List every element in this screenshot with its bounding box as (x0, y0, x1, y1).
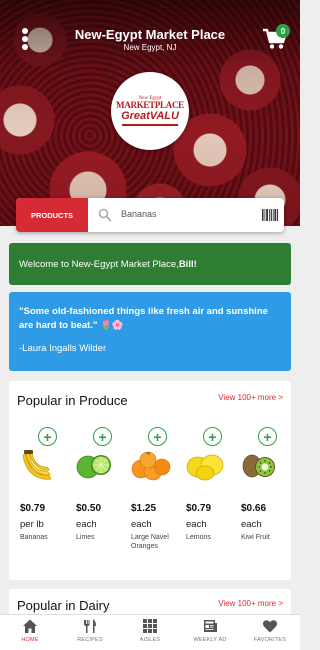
product-unit: each (241, 519, 262, 530)
orange-icon (131, 451, 171, 481)
product-price: $0.50 (76, 503, 102, 514)
search-bar[interactable]: PRODUCTS Bananas (16, 198, 284, 232)
store-logo: New Egypt MARKETPLACE GreatVALU (111, 72, 189, 150)
product-name: Limes (76, 534, 95, 541)
nav-label: WEEKLY AD (193, 637, 227, 643)
product-unit: each (76, 519, 97, 530)
welcome-suffix: ! (193, 258, 197, 270)
nav-label: HOME (21, 637, 39, 643)
quote-text: "Some old-fashioned things like fresh ai… (19, 306, 268, 331)
section-title: Popular in Produce (17, 393, 128, 408)
add-to-cart-button[interactable]: + (258, 427, 277, 446)
kiwi-icon (242, 454, 275, 478)
nav-recipes[interactable]: RECIPES (60, 615, 120, 650)
quote-author: -Laura Ingalls Wilder (19, 342, 107, 354)
search-input[interactable]: Bananas (121, 209, 157, 219)
cart-count-badge: 0 (276, 24, 290, 38)
welcome-text: Welcome to New-Egypt Market Place, (19, 258, 179, 270)
grid-icon (143, 619, 157, 633)
logo-main-text: MARKETPLACE (116, 100, 184, 111)
welcome-user-name: Bill (178, 258, 194, 270)
lemon-icon (186, 454, 224, 481)
bottom-navigation: HOME RECIPES AISLES WEEKLY AD FAVORITES (0, 614, 300, 650)
quote-banner: "Some old-fashioned things like fresh ai… (9, 292, 291, 371)
home-icon (23, 619, 37, 633)
utensils-icon (84, 619, 96, 633)
product-unit: per lb (20, 519, 44, 530)
product-price: $0.79 (20, 503, 46, 514)
heart-icon (262, 620, 278, 633)
store-title[interactable]: New-Egypt Market Place (0, 27, 300, 42)
nav-home[interactable]: HOME (0, 615, 60, 650)
popular-produce-section: Popular in Produce View 100+ more > + $0… (9, 381, 291, 580)
product-price: $0.66 (241, 503, 267, 514)
product-unit: each (186, 519, 207, 530)
product-price: $1.25 (131, 503, 157, 514)
product-price: $0.79 (186, 503, 212, 514)
nav-label: RECIPES (77, 637, 103, 643)
view-more-produce-link[interactable]: View 100+ more > (218, 393, 283, 402)
product-name: Lemons (186, 534, 211, 541)
logo-brand-text: GreatVALU (121, 110, 179, 123)
nav-aisles[interactable]: AISLES (120, 615, 180, 650)
add-to-cart-button[interactable]: + (203, 427, 222, 446)
section-title: Popular in Dairy (17, 598, 110, 613)
products-category-button[interactable]: PRODUCTS (16, 198, 88, 232)
newspaper-icon (204, 620, 217, 632)
store-location: New Egypt, NJ (123, 43, 177, 52)
nav-label: FAVORITES (253, 637, 287, 643)
lime-icon (76, 455, 111, 479)
add-to-cart-button[interactable]: + (38, 427, 57, 446)
welcome-banner: Welcome to New-Egypt Market Place, Bill! (9, 243, 291, 285)
product-unit: each (131, 519, 152, 530)
search-icon (98, 208, 112, 222)
product-name: Large Navel Oranges (131, 534, 169, 551)
nav-favorites[interactable]: FAVORITES (240, 615, 300, 650)
nav-weekly-ad[interactable]: WEEKLY AD (180, 615, 240, 650)
add-to-cart-button[interactable]: + (148, 427, 167, 446)
view-more-dairy-link[interactable]: View 100+ more > (218, 599, 283, 608)
nav-label: AISLES (139, 637, 161, 643)
add-to-cart-button[interactable]: + (93, 427, 112, 446)
barcode-scanner-icon[interactable] (262, 208, 278, 222)
banana-icon (22, 450, 52, 480)
product-name: Bananas (20, 534, 48, 541)
product-name: Kiwi Fruit (241, 534, 270, 541)
